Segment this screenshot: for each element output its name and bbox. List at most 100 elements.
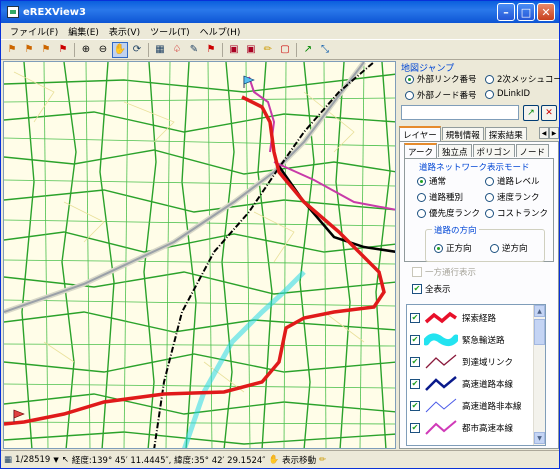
ruler-icon[interactable]: ✏ (260, 42, 276, 58)
tab-regulation[interactable]: 規制情報 (441, 127, 484, 141)
check-icon[interactable]: ✔ (410, 401, 420, 411)
check-icon[interactable]: ✔ (410, 379, 420, 389)
direction-reverse[interactable]: 逆方向 (490, 242, 528, 256)
layer-item[interactable]: ✔ 高速道路本線 (410, 373, 513, 395)
mode-priority-rank[interactable]: 優先度ランク (417, 207, 480, 221)
flag-goal-icon[interactable]: ⚑ (38, 42, 54, 58)
sub-tabs: アーク 独立点 ポリゴン ノード (404, 143, 550, 158)
mode-text: 表示移動 (282, 456, 317, 466)
oneway-checkbox[interactable]: 一方通行表示 (412, 266, 476, 278)
menu-file[interactable]: ファイル(F) (5, 25, 63, 38)
layer-item[interactable]: ✔ 高速道路非本線 (410, 395, 522, 417)
main-tabs: レイヤー 規制情報 探索結果 (399, 126, 559, 141)
subtab-polygon[interactable]: ポリゴン (472, 144, 515, 158)
flag-via-icon[interactable]: ⚑ (21, 42, 37, 58)
menu-help[interactable]: ヘルプ(H) (195, 25, 246, 38)
frame-icon[interactable]: ▢ (277, 42, 293, 58)
app-icon (7, 6, 19, 18)
tab-scroll-left-icon[interactable]: ◀ (539, 127, 549, 139)
window2-icon[interactable]: ▣ (243, 42, 259, 58)
check-icon[interactable]: ✔ (410, 335, 420, 345)
check-icon[interactable]: ✔ (410, 357, 420, 367)
route-search-icon[interactable]: ♤ (169, 42, 185, 58)
title-bar: eREXView3 – □ ✕ (1, 1, 559, 23)
flag-start-icon[interactable]: ⚑ (4, 42, 20, 58)
scale-value: 1/28519 (15, 455, 51, 465)
scroll-down-icon[interactable]: ▼ (534, 432, 545, 444)
mode-cost-rank[interactable]: コストランク (485, 207, 548, 221)
mode-normal[interactable]: 通常 (417, 175, 446, 189)
scroll-thumb[interactable] (534, 319, 545, 345)
window-icon[interactable]: ▣ (226, 42, 242, 58)
road-mode-title: 道路ネットワーク表示モード (419, 163, 530, 173)
layer-item[interactable]: ✔ 緊急輸送路 (410, 329, 505, 351)
close-button[interactable]: ✕ (537, 3, 555, 21)
link-icon[interactable]: ↗ (300, 42, 316, 58)
jump-clear-button[interactable]: ✕ (541, 105, 557, 121)
jump-option-ext-node[interactable]: 外部ノード番号 (405, 89, 477, 103)
menu-view[interactable]: 表示(V) (104, 25, 145, 38)
scroll-up-icon[interactable]: ▲ (534, 305, 545, 317)
check-icon[interactable]: ✔ (410, 313, 420, 323)
direction-title: 道路の方向 (432, 224, 479, 236)
grid-icon[interactable]: ▦ (152, 42, 168, 58)
layer-scrollbar[interactable]: ▲ ▼ (533, 305, 545, 445)
window-title: eREXView3 (23, 6, 86, 18)
subtab-arc[interactable]: アーク (404, 143, 437, 158)
toolbar: ⚑ ⚑ ⚑ ⚑ ⊕ ⊖ ✋ ⟳ ▦ ♤ ✎ ⚑ ▣ ▣ ✏ ▢ ↗ ⤡ (1, 39, 559, 60)
menu-edit[interactable]: 編集(E) (63, 25, 104, 38)
direction-forward[interactable]: 正方向 (434, 242, 472, 256)
magenta-line-icon (425, 420, 457, 435)
dark-red-line-icon (425, 354, 457, 369)
scale-icon: ▦ (4, 455, 13, 465)
tab-scroll-right-icon[interactable]: ▶ (549, 127, 559, 139)
clear-x-icon: ✕ (545, 108, 553, 118)
menu-bar: ファイル(F) 編集(E) 表示(V) ツール(T) ヘルプ(H) (1, 23, 559, 39)
tab-search-result[interactable]: 探索結果 (484, 127, 527, 141)
flag-icon[interactable]: ⚑ (203, 42, 219, 58)
jump-option-dlinkid[interactable]: DLinkID (485, 89, 530, 102)
zoom-out-icon[interactable]: ⊖ (95, 42, 111, 58)
arc-panel: 道路ネットワーク表示モード 通常 道路レベル 道路種別 速度ランク 優先度ランク… (404, 158, 554, 262)
flag-clear-icon[interactable]: ⚑ (55, 42, 71, 58)
map-canvas (4, 62, 395, 448)
menu-tools[interactable]: ツール(T) (145, 25, 195, 38)
map-view[interactable] (3, 61, 396, 449)
blue-line-icon (425, 398, 457, 413)
show-all-checkbox[interactable]: ✔ 全表示 (412, 283, 451, 295)
layer-item[interactable]: ✔ 到達域リンク (410, 351, 513, 373)
subtab-point[interactable]: 独立点 (438, 144, 472, 158)
check-icon: ✔ (412, 284, 422, 294)
mode-road-type[interactable]: 道路種別 (417, 191, 463, 205)
jump-go-button[interactable]: ↗ (523, 105, 539, 121)
subtab-node[interactable]: ノード (515, 144, 550, 158)
navy-line-icon (425, 376, 457, 391)
layer-tab-panel: アーク 独立点 ポリゴン ノード 道路ネットワーク表示モード 通常 道路レベル … (399, 141, 559, 449)
tab-layer[interactable]: レイヤー (399, 126, 441, 141)
check-icon[interactable]: ✔ (410, 423, 420, 433)
cursor-icon: ↖ (61, 455, 69, 465)
mode-speed-rank[interactable]: 速度ランク (485, 191, 540, 205)
mode-road-level[interactable]: 道路レベル (485, 175, 540, 189)
jump-option-ext-link[interactable]: 外部リンク番号 (405, 73, 477, 87)
main-window: eREXView3 – □ ✕ ファイル(F) 編集(E) 表示(V) ツール(… (0, 0, 560, 469)
status-bar: ▦ 1/28519 ▼ ↖ 経度:139° 45′ 11.4445″, 緯度:3… (1, 450, 559, 469)
direction-group: 道路の方向 正方向 逆方向 (425, 224, 545, 262)
expand-icon[interactable]: ⤡ (317, 42, 333, 58)
edit-icon[interactable]: ✎ (186, 42, 202, 58)
refresh-icon[interactable]: ⟳ (129, 42, 145, 58)
cyan-blob-icon (424, 333, 458, 347)
jump-arrow-icon: ↗ (527, 108, 535, 118)
jump-option-mesh[interactable]: 2次メッシュコード (485, 73, 560, 87)
side-panel: 地図ジャンプ 外部リンク番号 2次メッシュコード 外部ノード番号 DLinkID… (399, 61, 560, 449)
minimize-button[interactable]: – (497, 3, 515, 21)
maximize-button[interactable]: □ (517, 3, 535, 21)
layer-item[interactable]: ✔ 探索経路 (410, 307, 496, 329)
dropdown-arrow-icon[interactable]: ▼ (53, 456, 58, 464)
layer-item[interactable]: ✔ 都市高速本線 (410, 417, 513, 439)
coordinates: 経度:139° 45′ 11.4445″, 緯度:35° 42′ 29.1524… (71, 456, 266, 466)
zoom-in-icon[interactable]: ⊕ (78, 42, 94, 58)
pencil-icon: ✏ (319, 455, 327, 465)
jump-input[interactable] (401, 105, 519, 120)
pan-hand-icon[interactable]: ✋ (112, 41, 128, 58)
